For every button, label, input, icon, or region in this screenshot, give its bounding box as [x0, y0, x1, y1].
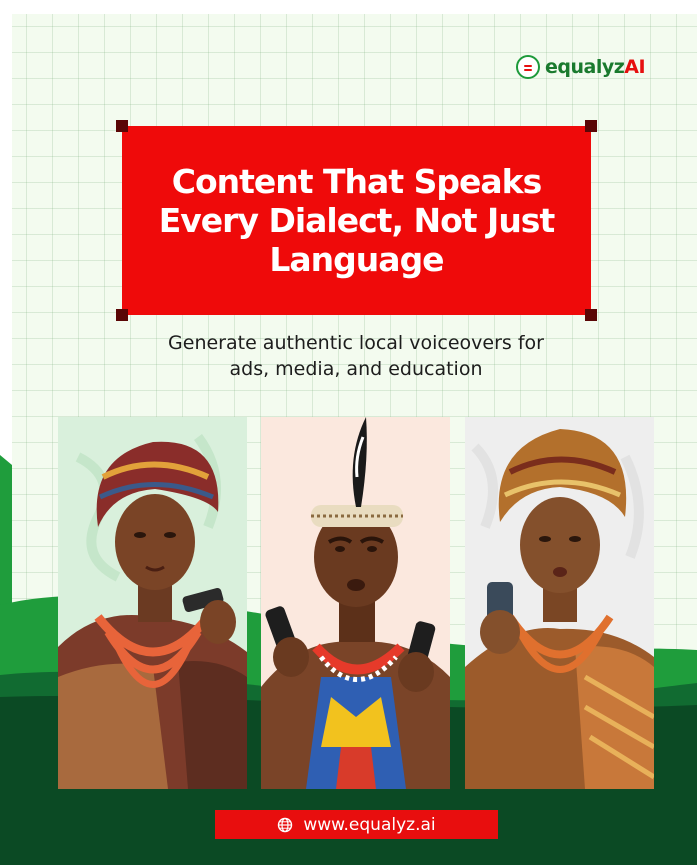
photo-woman-left — [58, 417, 247, 789]
photo-man-center — [261, 417, 450, 789]
corner-handle — [585, 309, 597, 321]
left-border — [0, 0, 12, 470]
corner-handle — [116, 120, 128, 132]
website-url[interactable]: www.equalyz.ai — [303, 815, 435, 835]
top-border — [0, 0, 697, 14]
ad-poster: equalyzAI Content That Speaks Every Dial… — [0, 0, 697, 865]
equals-circle-icon — [516, 55, 540, 79]
globe-icon — [278, 817, 293, 832]
corner-handle — [116, 309, 128, 321]
subtitle: Generate authentic local voiceovers for … — [168, 332, 544, 380]
website-link[interactable]: www.equalyz.ai — [215, 810, 498, 839]
headline-box: Content That Speaks Every Dialect, Not J… — [116, 120, 597, 321]
brand-logo[interactable]: equalyzAI — [516, 55, 646, 79]
photo-woman-right — [465, 417, 654, 789]
brand-name: equalyzAI — [545, 56, 646, 78]
corner-handle — [585, 120, 597, 132]
headline: Content That Speaks Every Dialect, Not J… — [158, 162, 555, 279]
